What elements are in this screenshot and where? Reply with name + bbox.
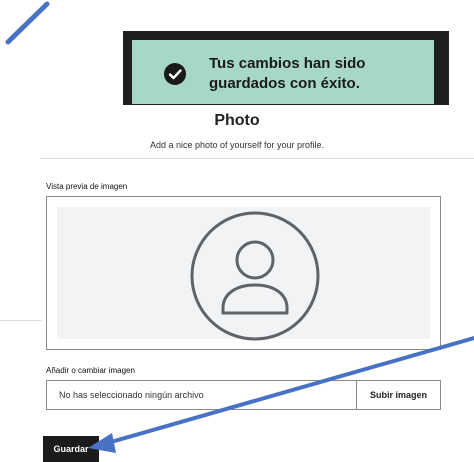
user-avatar-icon <box>190 211 320 341</box>
page-title: Photo <box>214 112 260 129</box>
checkmark-circle-icon <box>164 63 186 85</box>
page-subtitle: Add a nice photo of yourself for your pr… <box>149 140 325 150</box>
preview-label: Vista previa de imagen <box>46 182 128 191</box>
save-button[interactable]: Guardar <box>43 436 99 462</box>
image-preview-area <box>57 207 430 341</box>
profile-photo-page: Tus cambios han sido guardados con éxito… <box>0 0 474 462</box>
success-toast: Tus cambios han sido guardados con éxito… <box>132 40 434 104</box>
header-divider <box>40 158 474 159</box>
section-divider <box>0 320 42 321</box>
top-left-arrow <box>5 1 50 45</box>
toast-container: Tus cambios han sido guardados con éxito… <box>123 31 449 105</box>
toast-message-line1: Tus cambios han sido <box>209 55 366 72</box>
upload-image-button[interactable]: Subir imagen <box>356 381 440 409</box>
file-input[interactable]: No has seleccionado ningún archivo Subir… <box>46 380 441 410</box>
image-preview <box>46 196 441 350</box>
upload-label: Añadir o cambiar imagen <box>46 366 135 375</box>
toast-message-line2: guardados con éxito. <box>209 75 360 92</box>
file-status-text: No has seleccionado ningún archivo <box>59 390 204 400</box>
toast-message: Tus cambios han sido guardados con éxito… <box>209 54 409 94</box>
